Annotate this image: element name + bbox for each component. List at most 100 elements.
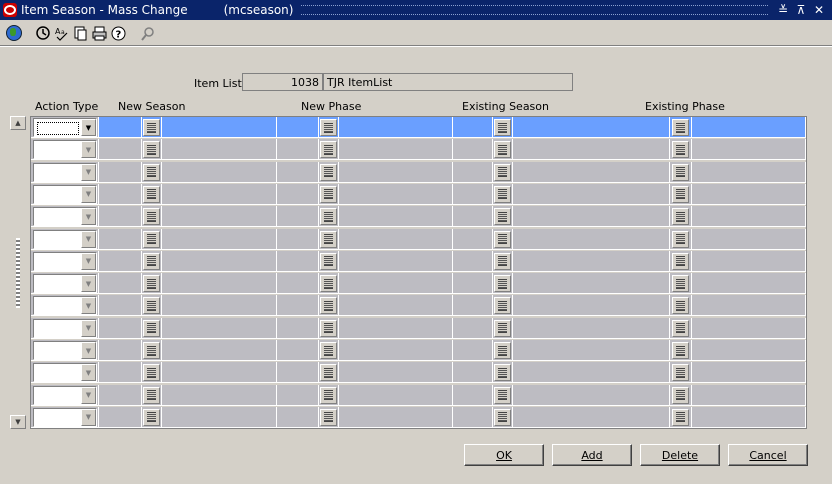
new-phase-lov-icon[interactable] [320,208,337,226]
existing-season-code-cell[interactable] [453,340,493,361]
existing-phase-desc-cell[interactable] [692,117,806,138]
new-season-desc-cell[interactable] [162,161,277,183]
new-season-code-cell[interactable] [99,228,142,250]
new-season-desc-cell[interactable] [162,340,277,361]
new-season-desc-cell[interactable] [162,406,277,428]
table-row[interactable]: ▼ [31,362,808,384]
new-phase-lov-icon[interactable] [320,297,337,315]
new-phase-lov-icon[interactable] [320,319,337,337]
new-phase-lov-icon[interactable] [320,386,337,404]
existing-season-code-cell[interactable] [453,362,493,384]
action-type-select[interactable]: ▼ [33,118,97,137]
table-row[interactable]: ▼ [31,384,808,406]
new-season-desc-cell[interactable] [162,295,277,317]
existing-season-desc-cell[interactable] [513,406,670,428]
minimize-icon[interactable]: ≚ [776,3,790,17]
search-icon[interactable] [139,25,156,42]
new-phase-code-cell[interactable] [277,206,319,228]
new-phase-desc-cell[interactable] [339,273,453,295]
table-row[interactable]: ▼ [31,161,808,183]
new-phase-lov-icon[interactable] [320,364,337,382]
existing-season-code-cell[interactable] [453,139,493,161]
existing-season-desc-cell[interactable] [513,384,670,406]
new-season-desc-cell[interactable] [162,317,277,339]
cancel-button[interactable]: Cancel [728,444,808,466]
action-type-select[interactable]: ▼ [33,296,97,316]
new-phase-desc-cell[interactable] [339,183,453,205]
delete-button[interactable]: Delete [640,444,720,466]
existing-phase-desc-cell[interactable] [692,295,806,317]
table-row[interactable]: ▼ [31,340,808,361]
new-phase-desc-cell[interactable] [339,384,453,406]
new-phase-desc-cell[interactable] [339,117,453,138]
action-type-select[interactable]: ▼ [33,318,97,338]
new-phase-desc-cell[interactable] [339,161,453,183]
chevron-down-icon[interactable]: ▼ [81,230,96,248]
maximize-icon[interactable]: ⊼ [794,3,808,17]
add-button[interactable]: Add [552,444,632,466]
new-season-lov-icon[interactable] [143,297,160,315]
new-season-code-cell[interactable] [99,340,142,361]
scroll-track[interactable] [10,130,26,415]
new-season-desc-cell[interactable] [162,384,277,406]
new-season-desc-cell[interactable] [162,250,277,272]
ok-button[interactable]: OK [464,444,544,466]
new-phase-code-cell[interactable] [277,228,319,250]
existing-phase-lov-icon[interactable] [672,119,689,136]
question-icon[interactable]: ? [110,25,127,42]
action-type-select[interactable]: ▼ [33,184,97,204]
new-season-code-cell[interactable] [99,250,142,272]
new-season-desc-cell[interactable] [162,273,277,295]
new-phase-code-cell[interactable] [277,161,319,183]
existing-season-code-cell[interactable] [453,273,493,295]
existing-phase-lov-icon[interactable] [672,386,689,404]
chevron-down-icon[interactable]: ▼ [81,408,96,426]
existing-season-desc-cell[interactable] [513,228,670,250]
existing-phase-desc-cell[interactable] [692,406,806,428]
new-phase-lov-icon[interactable] [320,408,337,426]
new-season-lov-icon[interactable] [143,141,160,159]
new-season-code-cell[interactable] [99,206,142,228]
existing-phase-desc-cell[interactable] [692,139,806,161]
action-type-select[interactable]: ▼ [33,407,97,427]
existing-season-desc-cell[interactable] [513,183,670,205]
existing-season-code-cell[interactable] [453,295,493,317]
new-phase-lov-icon[interactable] [320,119,337,136]
existing-season-desc-cell[interactable] [513,295,670,317]
existing-season-lov-icon[interactable] [494,342,511,359]
existing-phase-lov-icon[interactable] [672,208,689,226]
new-season-lov-icon[interactable] [143,364,160,382]
new-phase-code-cell[interactable] [277,340,319,361]
existing-phase-desc-cell[interactable] [692,161,806,183]
chevron-down-icon[interactable]: ▼ [81,208,96,226]
existing-season-code-cell[interactable] [453,250,493,272]
existing-phase-desc-cell[interactable] [692,250,806,272]
new-season-code-cell[interactable] [99,183,142,205]
chevron-down-icon[interactable]: ▼ [81,141,96,159]
existing-season-lov-icon[interactable] [494,163,511,181]
chevron-down-icon[interactable]: ▼ [81,342,96,359]
new-phase-code-cell[interactable] [277,406,319,428]
item-list-number-field[interactable]: 1038 [242,73,323,91]
table-row[interactable]: ▼ [31,228,808,250]
action-type-select[interactable]: ▼ [33,251,97,271]
table-row[interactable]: ▼ [31,183,808,205]
new-season-lov-icon[interactable] [143,386,160,404]
existing-phase-desc-cell[interactable] [692,273,806,295]
existing-season-desc-cell[interactable] [513,206,670,228]
new-season-code-cell[interactable] [99,273,142,295]
chevron-down-icon[interactable]: ▼ [81,163,96,181]
existing-season-lov-icon[interactable] [494,208,511,226]
new-season-lov-icon[interactable] [143,275,160,293]
existing-season-code-cell[interactable] [453,228,493,250]
table-row[interactable]: ▼ [31,117,808,138]
new-phase-code-cell[interactable] [277,295,319,317]
new-season-desc-cell[interactable] [162,228,277,250]
existing-season-desc-cell[interactable] [513,340,670,361]
new-phase-desc-cell[interactable] [339,206,453,228]
new-season-lov-icon[interactable] [143,252,160,270]
existing-phase-lov-icon[interactable] [672,230,689,248]
action-type-select[interactable]: ▼ [33,363,97,383]
existing-phase-lov-icon[interactable] [672,408,689,426]
new-phase-code-cell[interactable] [277,273,319,295]
